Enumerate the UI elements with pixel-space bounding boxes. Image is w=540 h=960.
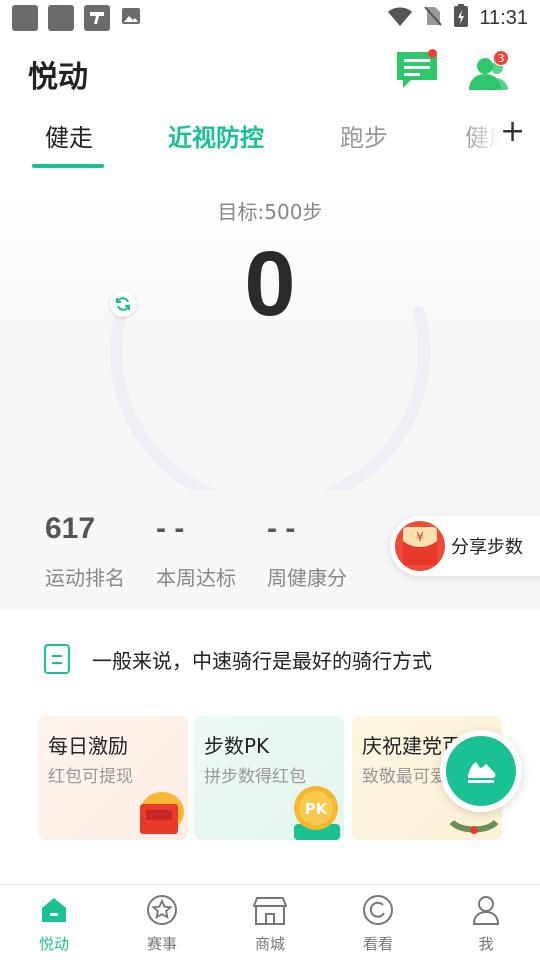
nav-label: 我 <box>478 935 494 953</box>
user-icon <box>469 893 503 927</box>
stat-ranking[interactable]: 617 运动排名 <box>45 512 125 591</box>
stat-label: 本周达标 <box>156 566 236 590</box>
promo-title: 步数PK <box>204 734 270 758</box>
promo-subtitle: 红包可提现 <box>48 767 133 787</box>
home-icon <box>37 893 71 927</box>
watch-icon <box>361 893 395 927</box>
nav-store[interactable]: 商城 <box>230 893 310 954</box>
step-count: 0 <box>244 233 296 335</box>
red-envelope-icon <box>140 792 184 834</box>
image-icon <box>120 5 142 31</box>
note-icon <box>44 644 70 674</box>
nav-watch[interactable]: 看看 <box>338 893 418 954</box>
app-icon <box>12 5 38 31</box>
step-goal: 目标:500步 <box>217 200 323 224</box>
start-exercise-button[interactable] <box>440 730 522 812</box>
no-sim-icon <box>423 5 443 31</box>
tip-row[interactable]: 一般来说，中速骑行是最好的骑行方式 <box>44 644 432 674</box>
red-envelope-icon: ¥ <box>395 521 445 571</box>
battery-icon <box>453 4 469 32</box>
promo-title: 每日激励 <box>48 734 128 758</box>
add-tab-button[interactable]: + <box>500 117 525 147</box>
tab-running[interactable]: 跑步 <box>340 118 388 153</box>
app-header: 悦动 3 <box>0 44 540 96</box>
stat-label: 周健康分 <box>267 566 347 590</box>
nav-label: 悦动 <box>38 935 69 953</box>
pk-coin-icon: PK <box>294 786 340 840</box>
stat-label: 运动排名 <box>45 566 125 590</box>
stat-weekly-goal[interactable]: - - 本周达标 <box>156 512 236 591</box>
status-bar: 11:31 <box>0 0 540 36</box>
svg-text:¥: ¥ <box>416 530 424 544</box>
share-label: 分享步数 <box>451 537 523 558</box>
friends-badge: 3 <box>493 50 509 66</box>
fab-inner <box>446 736 516 806</box>
tab-walking[interactable]: 健走 <box>45 118 93 153</box>
promo-daily-reward[interactable]: 每日激励 红包可提现 <box>38 716 188 840</box>
shoe-icon <box>468 762 496 783</box>
refresh-icon[interactable] <box>110 291 136 317</box>
promo-step-pk[interactable]: 步数PK 拼步数得红包 PK <box>194 716 344 840</box>
bottom-nav: 悦动 赛事 商城 看看 我 <box>0 884 540 960</box>
star-icon <box>145 893 179 927</box>
messages-button[interactable] <box>393 46 441 94</box>
nav-label: 看看 <box>362 935 393 953</box>
tab-bar: 健走 近视防控 跑步 健康 + <box>0 108 540 168</box>
store-icon <box>253 893 287 927</box>
wifi-icon <box>387 5 413 31</box>
nav-events[interactable]: 赛事 <box>122 893 202 954</box>
unread-dot <box>428 49 437 58</box>
stat-value: - - <box>156 512 185 545</box>
nav-label: 商城 <box>254 935 285 953</box>
tab-myopia-control[interactable]: 近视防控 <box>168 118 264 153</box>
app-icon <box>48 5 74 31</box>
page-title: 悦动 <box>28 60 88 95</box>
stat-value: 617 <box>45 512 96 545</box>
tip-text: 一般来说，中速骑行是最好的骑行方式 <box>92 648 432 673</box>
status-time: 11:31 <box>479 6 528 29</box>
nav-home[interactable]: 悦动 <box>14 893 94 954</box>
flipboard-icon <box>84 5 110 31</box>
nav-label: 赛事 <box>146 935 177 953</box>
share-steps-button[interactable]: ¥ 分享步数 <box>390 516 540 576</box>
nav-me[interactable]: 我 <box>446 893 526 954</box>
content-card: 一般来说，中速骑行是最好的骑行方式 每日激励 红包可提现 步数PK 拼步数得红包… <box>22 620 518 864</box>
pk-badge-text: PK <box>305 800 329 818</box>
stat-value: - - <box>267 512 296 545</box>
friends-button[interactable]: 3 <box>465 48 513 96</box>
stat-health-score[interactable]: - - 周健康分 <box>267 512 347 591</box>
active-tab-indicator <box>32 164 104 168</box>
